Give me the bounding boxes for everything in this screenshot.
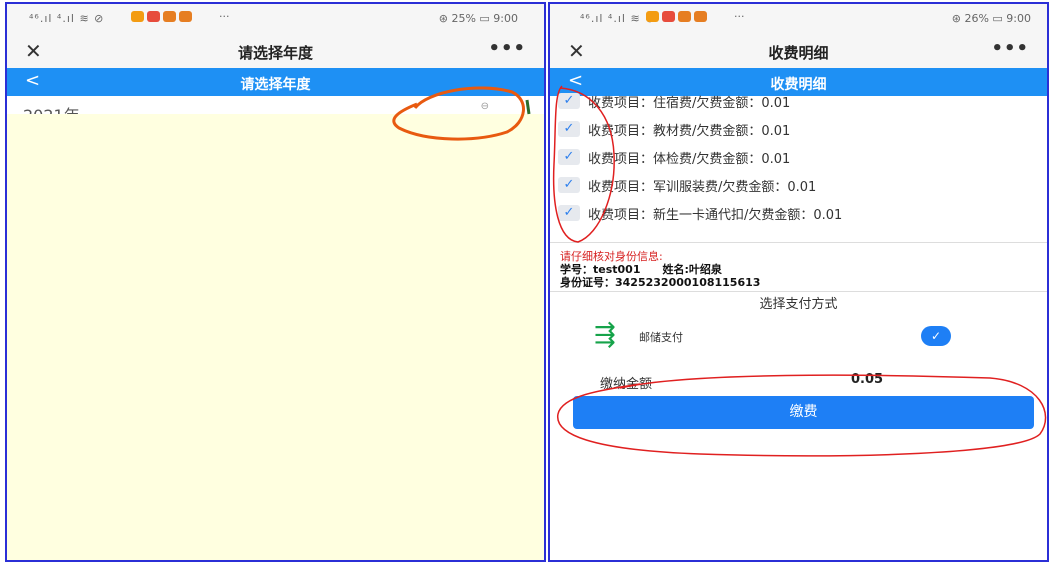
fee-item-text: 收费项目：教材费/欠费金额：0.01 xyxy=(588,123,791,139)
divider xyxy=(550,242,1047,243)
amount-value: 0.05 xyxy=(851,372,884,387)
fee-item-text: 收费项目：军训服装费/欠费金额：0.01 xyxy=(588,179,817,195)
more-notifications: ··· xyxy=(219,10,230,23)
title-bar: ✕ 收费明细 ••• xyxy=(550,34,1047,68)
checkbox-icon[interactable]: ✓ xyxy=(558,177,580,193)
student-info-row: 学号：test001 姓名:叶绍泉 xyxy=(560,263,760,276)
identity-info: 请仔细核对身份信息: 学号：test001 姓名:叶绍泉 身份证号：3425232… xyxy=(560,250,760,289)
page-title: 收费明细 xyxy=(768,44,829,62)
title-bar: ✕ 请选择年度 ••• xyxy=(7,34,544,68)
year-label: 2021年 xyxy=(23,102,80,114)
signal-indicators: ⁴⁶.ıl ⁴.ıl ≋ ⊘ xyxy=(29,12,105,25)
verify-warning: 请仔细核对身份信息: xyxy=(560,250,663,263)
app-icon xyxy=(179,11,192,22)
student-id: 学号：test001 xyxy=(560,263,641,276)
fee-item-text: 收费项目：住宿费/欠费金额：0.01 xyxy=(588,95,791,111)
fee-item-text: 收费项目：新生一卡通代扣/欠费金额：0.01 xyxy=(588,207,843,223)
checkbox-icon[interactable]: ✓ xyxy=(558,121,580,137)
status-bar: ⁴⁶.ıl ⁴.ıl ≋ ⊘ ··· ⊛ 25% ▭ 9:00 xyxy=(7,4,544,34)
fee-item-text: 收费项目：体检费/欠费金额：0.01 xyxy=(588,151,791,167)
more-notifications: ··· xyxy=(734,10,745,23)
app-icon xyxy=(163,11,176,22)
status-bar: ⁴⁶.ıl ⁴.ıl ≋ ⊘ ··· ⊛ 26% ▭ 9:00 xyxy=(550,4,1047,34)
app-icon xyxy=(646,11,659,22)
fee-item[interactable]: ✓ 收费项目：体检费/欠费金额：0.01 xyxy=(558,145,790,169)
battery-time: ⊛ 26% ▭ 9:00 xyxy=(951,12,1031,25)
phone-year-select: ⁴⁶.ıl ⁴.ıl ≋ ⊘ ··· ⊛ 25% ▭ 9:00 ✕ 请选择年度 … xyxy=(5,2,546,562)
screenshot-stage: ⁴⁶.ıl ⁴.ıl ≋ ⊘ ··· ⊛ 25% ▭ 9:00 ✕ 请选择年度 … xyxy=(0,0,1052,564)
checkbox-icon[interactable]: ✓ xyxy=(558,205,580,221)
app-icon xyxy=(662,11,675,22)
nav-title: 请选择年度 xyxy=(240,77,311,93)
more-menu-icon[interactable]: ••• xyxy=(488,38,526,59)
fee-item[interactable]: ✓ 收费项目：教材费/欠费金额：0.01 xyxy=(558,117,790,141)
app-icon xyxy=(678,11,691,22)
payment-selected-check-icon[interactable]: ✓ xyxy=(921,326,951,346)
amount-label: 缴纳金额 xyxy=(600,377,653,392)
payment-method-name[interactable]: 邮储支付 xyxy=(639,329,683,345)
id-card-number: 身份证号：342523200010811561​3 xyxy=(560,276,761,289)
nav-bar: < 请选择年度 xyxy=(7,68,544,96)
signal-indicators: ⁴⁶.ıl ⁴.ıl ≋ ⊘ xyxy=(580,12,656,25)
notification-icons xyxy=(131,11,192,22)
year-list-area xyxy=(7,114,544,560)
more-menu-icon[interactable]: ••• xyxy=(991,38,1029,59)
student-name: 姓名:叶绍泉 xyxy=(662,263,722,276)
year-list-item[interactable]: 2021年 ⊖ xyxy=(7,96,544,114)
app-icon xyxy=(147,11,160,22)
app-icon xyxy=(131,11,144,22)
fee-item[interactable]: ✓ 收费项目：军训服装费/欠费金额：0.01 xyxy=(558,173,816,197)
pay-button[interactable]: 缴费 xyxy=(573,396,1034,429)
notification-icons xyxy=(646,11,707,22)
fee-item[interactable]: ✓ 收费项目：新生一卡通代扣/欠费金额：0.01 xyxy=(558,201,842,225)
arrow-icon: ⊖ xyxy=(480,101,489,112)
postal-bank-logo-icon: ⇶ xyxy=(594,320,616,350)
page-title: 请选择年度 xyxy=(237,44,313,62)
phone-fee-detail: ⁴⁶.ıl ⁴.ıl ≋ ⊘ ··· ⊛ 26% ▭ 9:00 ✕ 收费明细 •… xyxy=(548,2,1049,562)
checkbox-icon[interactable]: ✓ xyxy=(558,93,580,109)
checkbox-icon[interactable]: ✓ xyxy=(558,149,580,165)
app-icon xyxy=(694,11,707,22)
battery-time: ⊛ 25% ▭ 9:00 xyxy=(438,12,518,25)
fee-item[interactable]: ✓ 收费项目：住宿费/欠费金额：0.01 xyxy=(558,89,790,113)
divider xyxy=(550,291,1047,292)
payment-section-title: 选择支付方式 xyxy=(759,297,838,312)
